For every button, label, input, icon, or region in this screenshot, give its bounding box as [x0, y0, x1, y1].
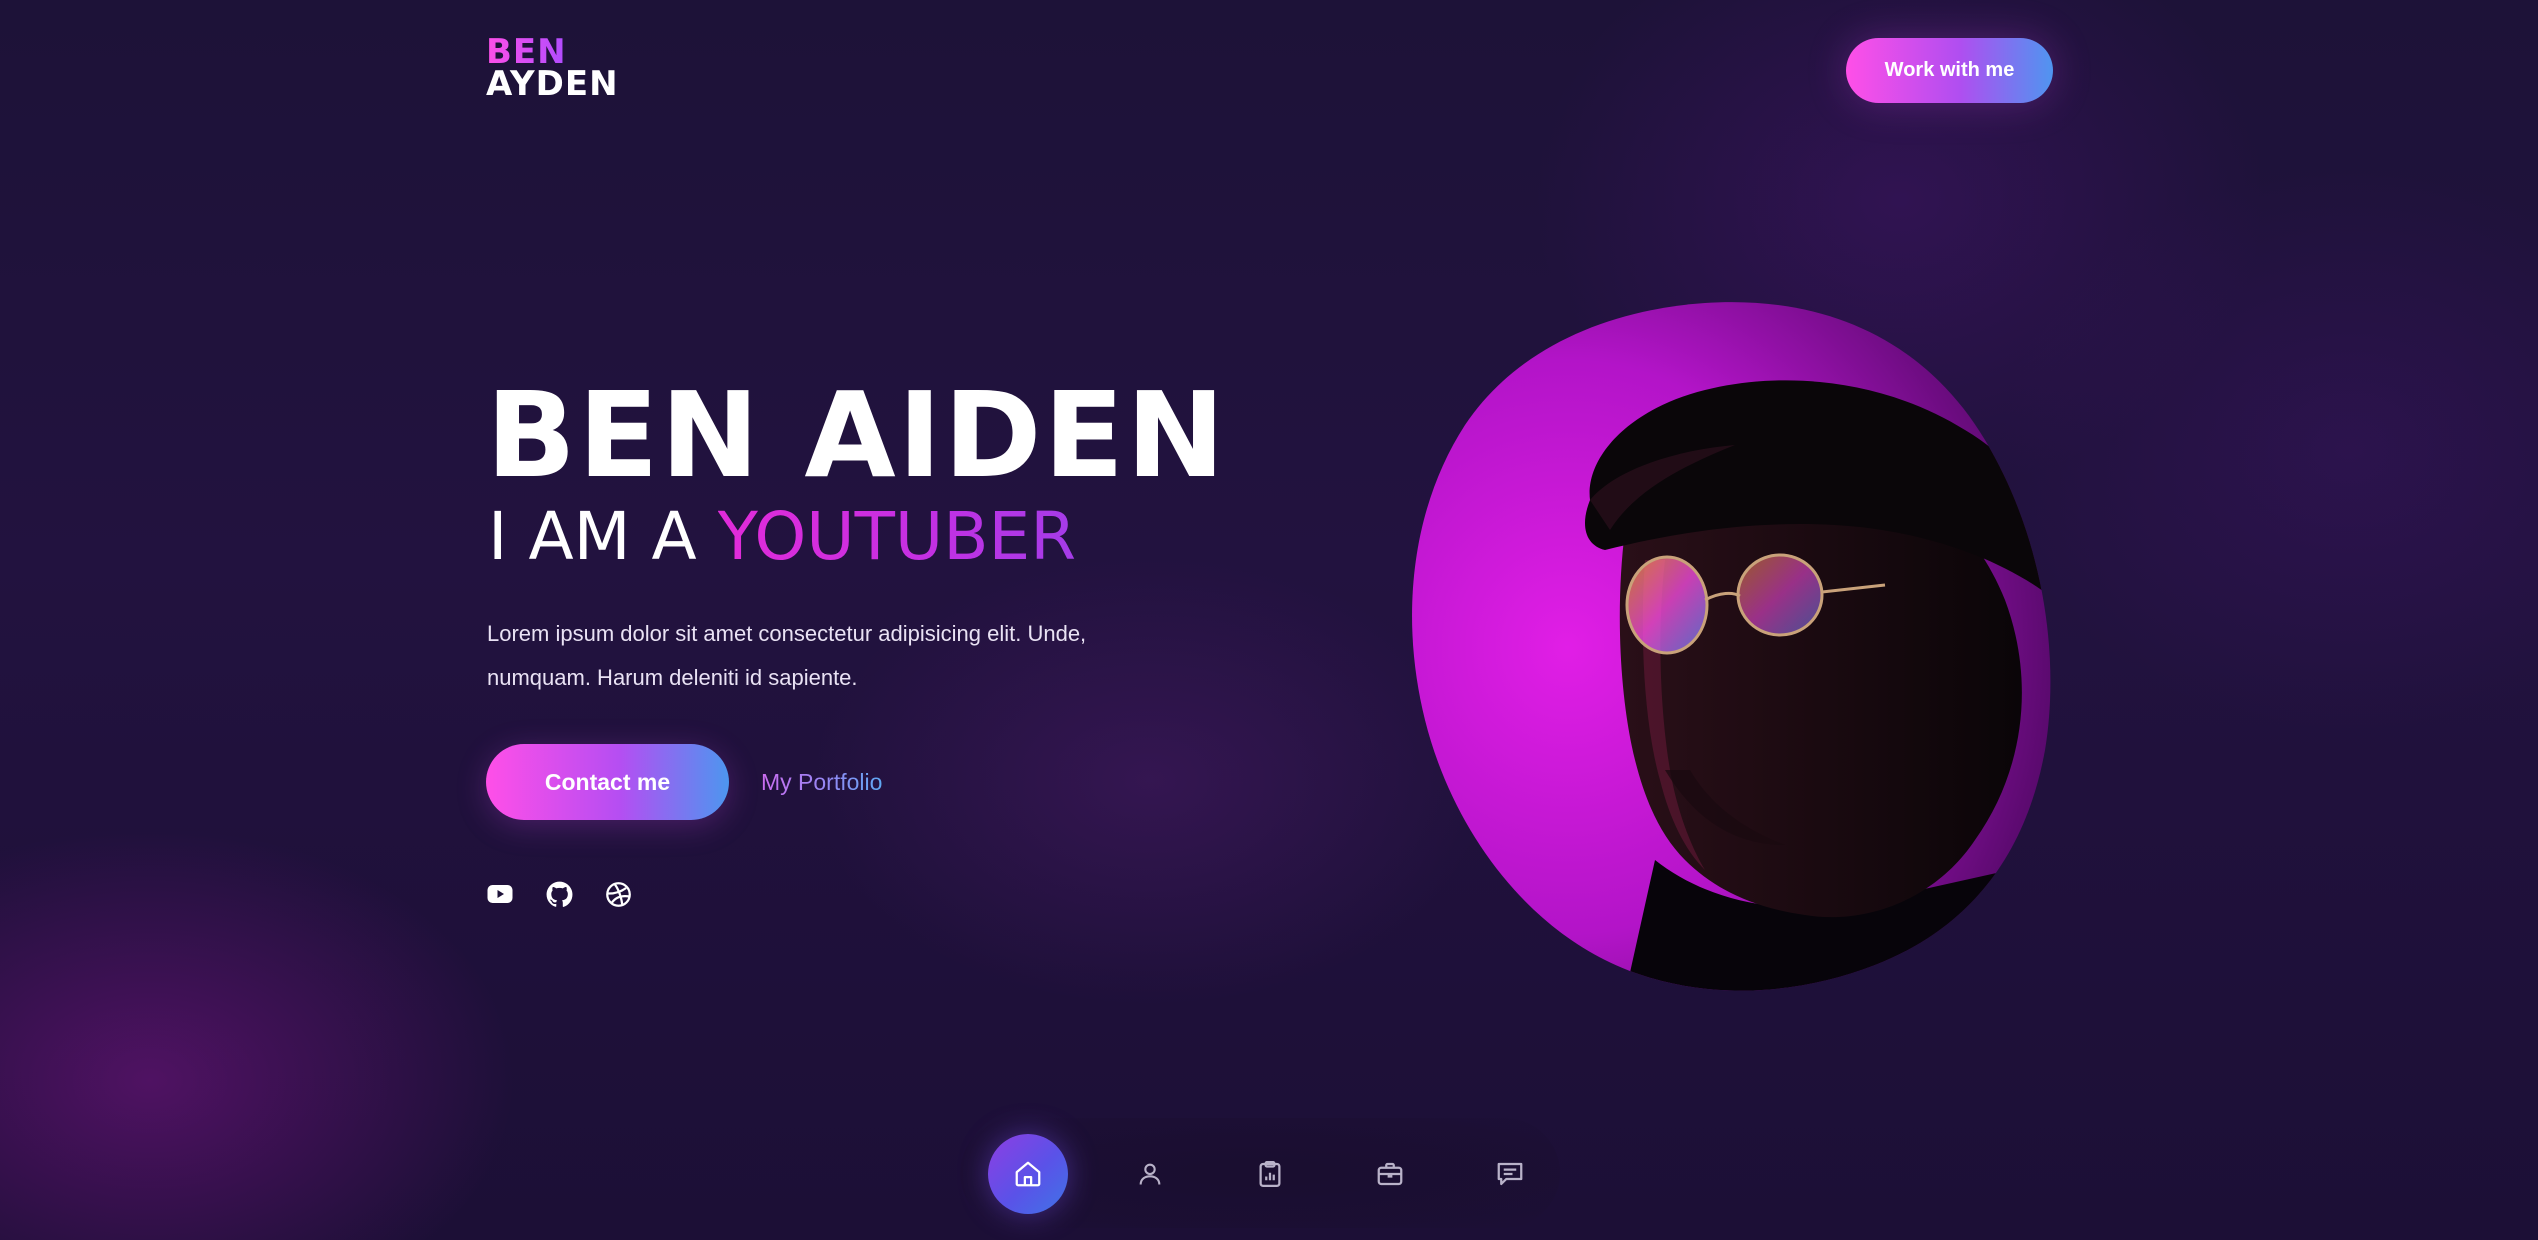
github-icon[interactable] — [545, 880, 573, 908]
work-with-me-button[interactable]: Work with me — [1846, 38, 2053, 103]
hero-name: BEN AIDEN — [486, 366, 1227, 504]
hero-description-line-2: numquam. Harum deleniti id sapiente. — [487, 665, 858, 690]
hero-role-prefix: I AM A — [488, 498, 718, 575]
nav-about[interactable] — [1110, 1134, 1190, 1214]
youtube-icon[interactable] — [486, 880, 514, 908]
home-icon — [1015, 1161, 1041, 1187]
hero-portrait — [1405, 300, 2055, 995]
social-links — [486, 880, 632, 908]
logo-line-2: AYDEN — [486, 64, 619, 104]
clipboard-icon — [1259, 1161, 1281, 1187]
nav-contact[interactable] — [1470, 1134, 1550, 1214]
nav-portfolio[interactable] — [1350, 1134, 1430, 1214]
user-icon — [1139, 1163, 1161, 1185]
nav-resume[interactable] — [1230, 1134, 1310, 1214]
dribbble-icon[interactable] — [604, 880, 632, 908]
hero-role-accent: YOUTUBER — [717, 498, 1077, 575]
briefcase-icon — [1377, 1162, 1403, 1186]
page: BEN AYDEN Work with me BEN AIDEN I AM A … — [0, 0, 2538, 1240]
message-icon — [1497, 1162, 1523, 1186]
nav-home[interactable] — [988, 1134, 1068, 1214]
logo[interactable]: BEN AYDEN — [486, 35, 619, 104]
hero-description: Lorem ipsum dolor sit amet consectetur a… — [487, 612, 1147, 700]
hero-role: I AM A YOUTUBER — [488, 502, 1076, 572]
my-portfolio-link[interactable]: My Portfolio — [761, 764, 882, 800]
hero-description-line-1: Lorem ipsum dolor sit amet consectetur a… — [487, 621, 1087, 646]
contact-me-button[interactable]: Contact me — [486, 744, 729, 820]
